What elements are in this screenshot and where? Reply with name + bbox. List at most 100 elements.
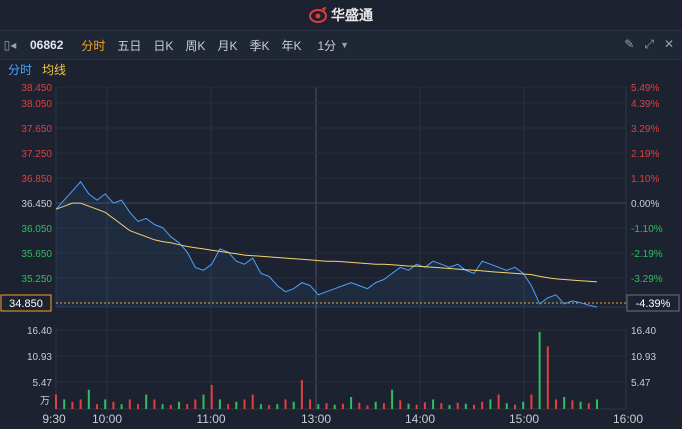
tab-weekly-k[interactable]: 周K [185, 37, 205, 54]
time-tick-label: 9:30 [42, 412, 66, 426]
volume-bar [563, 397, 566, 409]
time-tick-label: 13:00 [301, 412, 331, 426]
percent-tick-label: 4.39% [631, 99, 659, 110]
volume-bar [530, 394, 533, 409]
collapse-panel-icon[interactable]: ▯◂ [0, 38, 20, 52]
indicator-bar: 分时 均线 [0, 59, 682, 79]
intraday-chart: 38.450 5.49% 38.050 4.39% 37.650 3.29% 37.250 2… [0, 83, 680, 426]
price-tick-label: 35.250 [21, 274, 52, 285]
volume-bar [153, 399, 156, 409]
brand-icon [309, 7, 327, 23]
price-tick-label: 37.650 [21, 124, 52, 135]
volume-bar [587, 403, 590, 409]
volume-tick-label: 10.93 [631, 352, 656, 363]
volume-bar [259, 404, 262, 409]
volume-bar [178, 401, 180, 409]
volume-bar [538, 331, 541, 409]
volume-bar [243, 399, 246, 409]
volume-bar [391, 389, 394, 409]
time-tick-label: 14:00 [405, 412, 435, 426]
volume-bar [481, 401, 484, 409]
close-icon[interactable]: ✕ [664, 37, 674, 52]
price-area [56, 181, 597, 307]
volume-bar [268, 405, 271, 409]
indicator-intraday[interactable]: 分时 [8, 61, 32, 78]
volume-bar [407, 403, 410, 409]
price-tick-label: 36.450 [21, 199, 52, 210]
volume-bar [464, 403, 467, 409]
tab-five-day[interactable]: 五日 [117, 37, 141, 54]
volume-bar [112, 401, 115, 409]
expand-icon[interactable]: ⤢ [644, 37, 654, 52]
interval-select[interactable]: 1分 [317, 37, 336, 54]
volume-tick-label: 5.47 [33, 378, 53, 389]
volume-bar [440, 403, 443, 409]
tab-intraday[interactable]: 分时 [81, 37, 105, 54]
volume-bar [71, 401, 74, 409]
volume-bar [227, 404, 230, 409]
volume-bar [317, 404, 320, 409]
current-price-label: 34.850 [9, 298, 43, 310]
volume-bar [251, 394, 254, 409]
volume-bar [145, 394, 148, 409]
percent-tick-label: 0.00% [631, 199, 659, 210]
volume-bar [55, 394, 57, 409]
volume-bar [489, 399, 492, 409]
tab-monthly-k[interactable]: 月K [217, 37, 237, 54]
chevron-down-icon[interactable]: ▼ [340, 40, 349, 50]
volume-tick-label: 16.40 [631, 326, 656, 337]
volume-bar [423, 402, 426, 409]
volume-tick-label: 10.93 [27, 352, 52, 363]
brand-logo: 华盛通 [309, 5, 373, 25]
volume-bar [358, 402, 361, 409]
toolbar-actions: ✎ ⤢ ✕ [624, 37, 674, 52]
volume-bar [128, 399, 131, 409]
volume-bar [325, 403, 328, 409]
volume-bar [87, 389, 90, 409]
tab-yearly-k[interactable]: 年K [281, 37, 301, 54]
volume-bar [309, 399, 312, 409]
price-tick-label: 38.450 [21, 83, 52, 94]
title-bar: 华盛通 [0, 0, 682, 30]
toolbar: ▯◂ 06862 分时 五日 日K 周K 月K 季K 年K 1分 ▼ ✎ ⤢ ✕ [0, 30, 682, 60]
percent-tick-label: 2.19% [631, 149, 659, 160]
volume-bar [300, 380, 303, 409]
volume-bar [137, 404, 139, 409]
time-tick-label: 16:00 [613, 412, 643, 426]
volume-bar [473, 404, 475, 409]
volume-bar [555, 399, 557, 409]
volume-bar [202, 394, 205, 409]
price-tick-label: 37.250 [21, 149, 52, 160]
volume-bar [399, 400, 402, 409]
volume-bar [522, 401, 525, 409]
volume-bar [505, 403, 508, 409]
volume-bar [186, 404, 189, 409]
price-tick-label: 36.850 [21, 174, 52, 185]
volume-bar [596, 399, 598, 409]
percent-tick-label: 3.29% [631, 124, 659, 135]
current-pct-label: -4.39% [636, 298, 671, 310]
volume-bar [292, 401, 295, 409]
volume-bar [382, 403, 385, 409]
volume-bar [235, 401, 238, 409]
volume-bar [210, 384, 213, 409]
volume-bar [366, 405, 369, 409]
volume-bar [415, 404, 418, 409]
tab-daily-k[interactable]: 日K [153, 37, 173, 54]
volume-bar [341, 403, 344, 409]
volume-bar [546, 346, 549, 409]
volume-tick-label: 16.40 [27, 326, 52, 337]
volume-bar [120, 404, 123, 409]
time-tick-label: 11:00 [196, 412, 225, 426]
time-tick-label: 15:00 [509, 412, 539, 426]
volume-bar [79, 399, 82, 409]
volume-bar [284, 399, 287, 409]
volume-bar [374, 401, 377, 409]
volume-bar [456, 402, 459, 409]
tab-quarterly-k[interactable]: 季K [249, 37, 269, 54]
pencil-icon[interactable]: ✎ [624, 37, 634, 52]
indicator-average[interactable]: 均线 [42, 61, 66, 78]
price-tick-label: 35.650 [21, 249, 52, 260]
percent-tick-label: 5.49% [631, 83, 659, 94]
volume-bar [276, 404, 279, 409]
